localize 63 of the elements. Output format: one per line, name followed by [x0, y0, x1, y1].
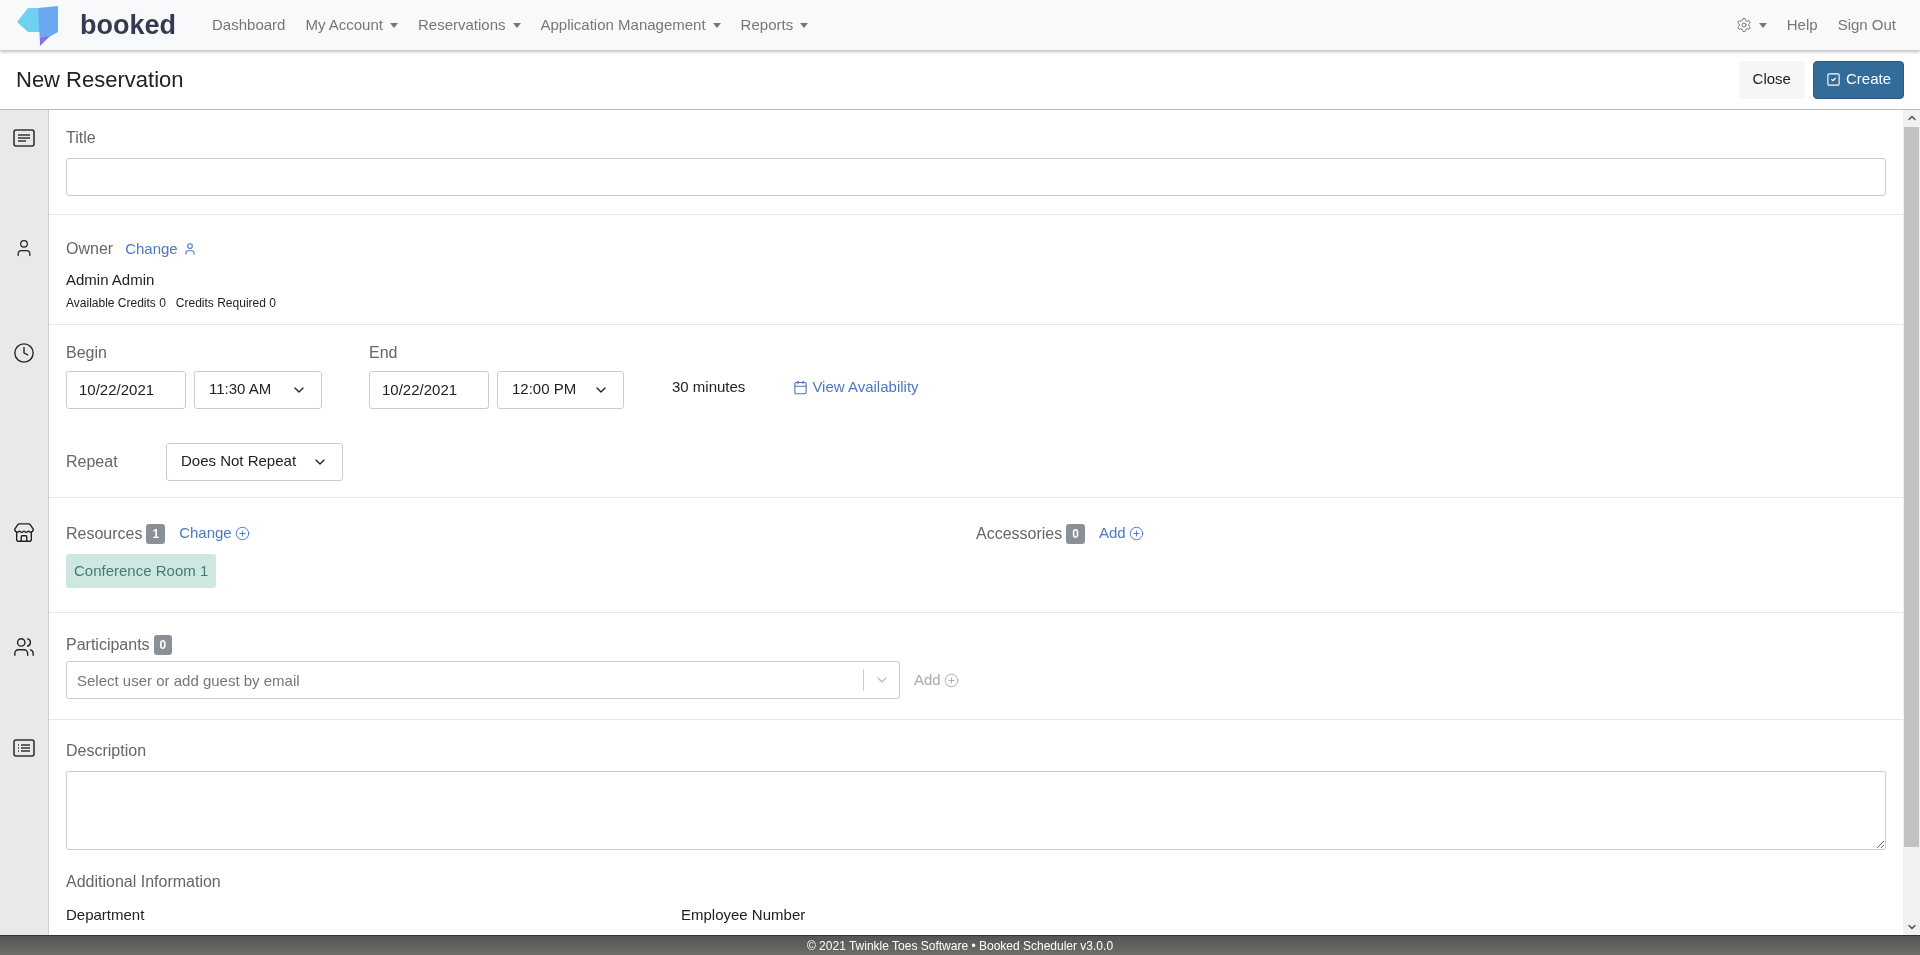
credits-text: Available Credits 0	[66, 294, 166, 312]
title-input[interactable]	[66, 158, 1886, 196]
nav-link[interactable]: Sign Out	[1827, 13, 1906, 37]
resource-tag[interactable]: Conference Room 1	[66, 553, 217, 588]
store-icon	[13, 521, 35, 544]
caret-icon	[712, 22, 721, 28]
date-input[interactable]: 10/22/2021	[66, 370, 186, 409]
list-icon	[13, 739, 35, 757]
nav-menu-item[interactable]: Application Management	[530, 13, 731, 37]
people-icon	[13, 636, 35, 658]
text-lines-icon	[13, 129, 35, 147]
caret-icon	[512, 22, 521, 28]
page-title: New Reservation	[16, 66, 184, 94]
create-button[interactable]: Create	[1812, 60, 1904, 99]
participants-select[interactable]: Select user or add guest by email	[66, 661, 900, 699]
nav-menu-item[interactable]: My Account	[295, 13, 408, 37]
close-button[interactable]: Close	[1738, 60, 1805, 99]
settings-icon	[1735, 17, 1752, 33]
plus-circle-icon	[1128, 526, 1144, 541]
view-availability-link[interactable]: View Availability	[793, 376, 919, 399]
brand-name[interactable]: booked	[80, 4, 176, 46]
add-accessories-link[interactable]: Add	[1098, 522, 1144, 545]
checkbox-icon	[1825, 72, 1841, 87]
field-label: End	[369, 342, 399, 363]
change-owner-link[interactable]: Change	[125, 237, 197, 261]
nav-menu-item[interactable]: Reservations	[407, 13, 531, 37]
person-icon	[182, 242, 197, 256]
time-select[interactable]: 12:00 PM	[497, 370, 624, 409]
count-badge: 0	[1066, 523, 1085, 544]
description-textarea[interactable]	[66, 771, 1886, 850]
plus-circle-icon	[943, 672, 959, 688]
field-label: Repeat	[66, 451, 119, 472]
field-label: Employee Number	[681, 905, 807, 925]
field-label: Accessories	[976, 523, 1063, 544]
repeat-select[interactable]: Does Not Repeat	[166, 442, 343, 481]
caret-icon	[389, 22, 398, 28]
field-label: Owner	[66, 239, 114, 259]
field-label: Resources	[66, 523, 143, 544]
nav-menu-item[interactable]: Reports	[730, 13, 819, 37]
credits-text: Credits Required 0	[175, 294, 276, 312]
section-heading: Additional Information	[66, 872, 222, 892]
scrollbar[interactable]	[1903, 110, 1920, 935]
field-label: Participants	[66, 635, 150, 655]
plus-circle-icon	[234, 526, 250, 541]
scrollbar-thumb[interactable]	[1904, 127, 1919, 847]
field-label: Department	[66, 905, 146, 925]
nav-menu-item[interactable]: Dashboard	[202, 13, 296, 37]
change-resources-link[interactable]: Change	[179, 522, 250, 545]
count-badge: 0	[153, 635, 173, 655]
time-select[interactable]: 11:30 AM	[194, 370, 322, 409]
owner-name: Admin Admin	[66, 270, 156, 290]
duration-text: 30 minutes	[672, 377, 746, 397]
footer: © 2021 Twinkle Toes Software • Booked Scheduler v3.0.0	[0, 935, 1920, 955]
caret-icon	[1758, 22, 1767, 28]
calendar-icon	[793, 379, 809, 395]
clock-icon	[13, 341, 35, 364]
nav-link[interactable]: Help	[1776, 13, 1828, 37]
field-label: Begin	[66, 342, 108, 363]
field-label: Description	[66, 741, 148, 761]
caret-icon	[800, 22, 809, 28]
field-label: Title	[66, 128, 97, 148]
date-input[interactable]: 10/22/2021	[369, 370, 489, 409]
count-badge: 1	[146, 523, 166, 544]
